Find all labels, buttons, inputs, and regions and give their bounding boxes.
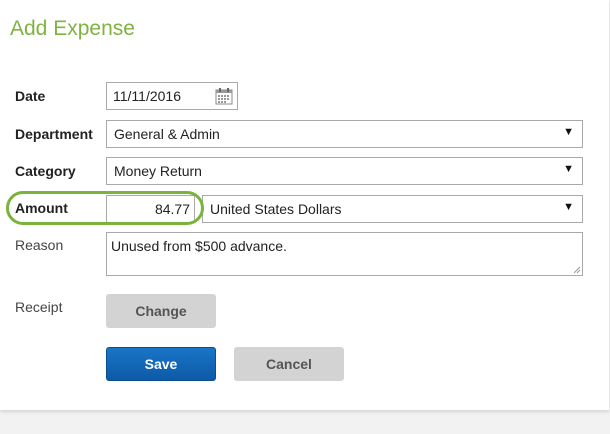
page-title: Add Expense: [10, 17, 135, 40]
category-value: Money Return: [114, 163, 202, 179]
reason-label: Reason: [15, 237, 64, 253]
change-receipt-button[interactable]: Change: [106, 294, 216, 328]
department-select[interactable]: General & Admin ▼: [106, 120, 583, 148]
date-field[interactable]: 11/11/2016: [106, 82, 238, 110]
save-button[interactable]: Save: [106, 347, 216, 381]
amount-highlight-annotation: [6, 191, 204, 225]
cancel-button[interactable]: Cancel: [234, 347, 344, 381]
department-value: General & Admin: [114, 126, 220, 142]
date-label: Date: [15, 88, 46, 104]
currency-select[interactable]: United States Dollars ▼: [202, 195, 583, 223]
department-label: Department: [15, 126, 93, 142]
chevron-down-icon: ▼: [563, 201, 574, 213]
resize-handle-icon[interactable]: [573, 266, 581, 274]
reason-value: Unused from $500 advance.: [111, 238, 287, 254]
currency-value: United States Dollars: [210, 201, 342, 217]
add-expense-panel: Add Expense Date 11/11/2016 Department G…: [0, 0, 609, 410]
calendar-icon[interactable]: [215, 87, 233, 105]
category-label: Category: [15, 163, 76, 179]
reason-textarea[interactable]: Unused from $500 advance.: [106, 232, 583, 276]
date-value: 11/11/2016: [113, 88, 181, 104]
chevron-down-icon: ▼: [563, 126, 574, 138]
receipt-label: Receipt: [15, 299, 63, 315]
chevron-down-icon: ▼: [563, 163, 574, 175]
category-select[interactable]: Money Return ▼: [106, 157, 583, 185]
